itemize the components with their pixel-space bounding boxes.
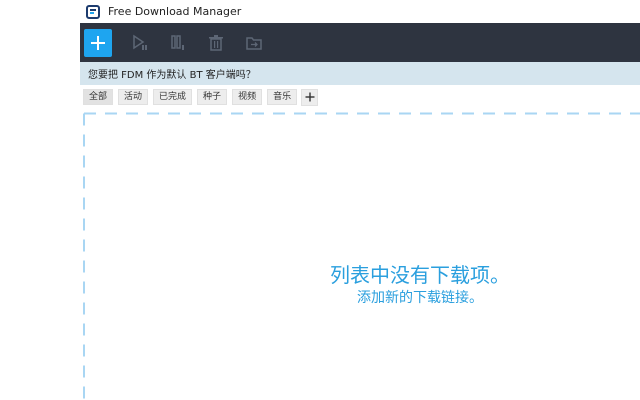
app-window: Free Download Manager 您要把 FDM 作为默认 BT 客户… [80,0,640,400]
trash-icon [209,34,223,51]
filter-tabs: 全部 活动 已完成 种子 视频 音乐 [80,88,640,106]
toolbar [80,23,640,62]
add-download-button[interactable] [84,28,112,57]
plus-icon [91,35,105,50]
download-drop-zone[interactable]: 列表中没有下载项。 添加新的下载链接。 [80,112,640,400]
delete-button[interactable] [204,31,228,55]
tab-music[interactable]: 音乐 [267,89,298,105]
title-bar: Free Download Manager [80,0,640,23]
tab-active[interactable]: 活动 [118,89,149,105]
tab-video[interactable]: 视频 [232,89,263,105]
tab-completed[interactable]: 已完成 [153,89,193,105]
pause-button[interactable] [166,31,190,55]
tab-all[interactable]: 全部 [83,89,114,105]
plus-icon [305,92,315,102]
default-client-notice[interactable]: 您要把 FDM 作为默认 BT 客户端吗？ [80,62,640,85]
tab-torrents[interactable]: 种子 [197,89,228,105]
move-folder-icon [246,36,262,50]
empty-state: 列表中没有下载项。 添加新的下载链接。 [270,262,570,308]
add-tag-button[interactable] [301,88,319,106]
window-title: Free Download Manager [108,5,242,18]
page: Free Download Manager 您要把 FDM 作为默认 BT 客户… [0,0,640,400]
fdm-logo-icon [86,4,100,19]
resume-button[interactable] [128,31,152,55]
move-to-folder-button[interactable] [242,31,266,55]
pause-icon [171,34,184,50]
empty-state-subtitle: 添加新的下载链接。 [357,290,483,306]
dropzone-border [83,112,640,400]
empty-state-title: 列表中没有下载项。 [330,263,510,287]
notice-text: 您要把 FDM 作为默认 BT 客户端吗？ [88,70,256,81]
play-icon [133,34,147,50]
